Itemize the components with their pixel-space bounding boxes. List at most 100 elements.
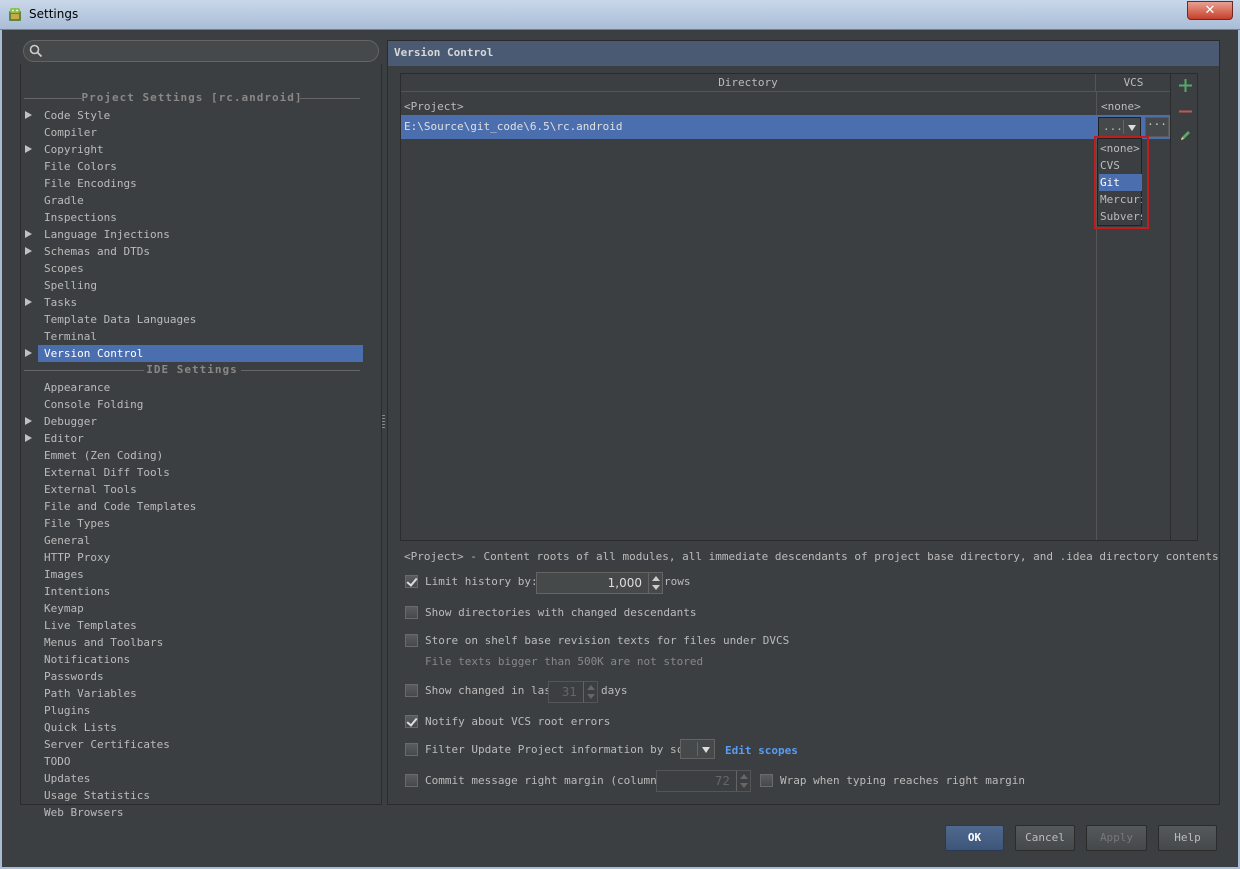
tree-item[interactable]: External Diff Tools (38, 464, 363, 481)
tree-item[interactable]: File Types (38, 515, 363, 532)
show-dirs-checkbox[interactable] (405, 606, 418, 619)
apply-button[interactable]: Apply (1086, 825, 1147, 851)
vcs-combobox[interactable]: ... (1098, 117, 1141, 137)
dropdown-option[interactable]: CVS (1099, 157, 1142, 174)
tree-item[interactable]: Schemas and DTDs (25, 243, 363, 260)
tree-item[interactable]: Live Templates (38, 617, 363, 634)
limit-history-spinner[interactable]: 1,000 (536, 572, 663, 594)
tree-item[interactable]: HTTP Proxy (38, 549, 363, 566)
dropdown-option[interactable]: <none> (1099, 140, 1142, 157)
tree-item-label: Images (44, 568, 84, 581)
tree-item[interactable]: Language Injections (25, 226, 363, 243)
tree-item[interactable]: Emmet (Zen Coding) (38, 447, 363, 464)
expand-arrow-icon[interactable] (25, 349, 32, 357)
column-header-vcs[interactable]: VCS (1097, 74, 1170, 92)
tree-item[interactable]: Tasks (25, 294, 363, 311)
show-changed-spinner[interactable]: 31 (548, 681, 598, 703)
dropdown-option[interactable]: Git (1099, 174, 1142, 191)
notify-root-checkbox[interactable] (405, 715, 418, 728)
tree-item-label: File Encodings (44, 177, 137, 190)
table-toolbar (1171, 73, 1198, 541)
expand-arrow-icon[interactable] (25, 434, 32, 442)
tree-item[interactable]: Copyright (25, 141, 363, 158)
tree-item[interactable]: Quick Lists (38, 719, 363, 736)
settings-tree: Project Settings [rc.android] IDE Settin… (20, 64, 382, 819)
tree-item[interactable]: Notifications (38, 651, 363, 668)
tree-item[interactable]: File and Code Templates (38, 498, 363, 515)
tree-item[interactable]: Gradle (38, 192, 363, 209)
limit-history-checkbox[interactable] (405, 575, 418, 588)
table-row-selected[interactable]: E:\Source\git_code\6.5\rc.android ... ··… (401, 115, 1170, 139)
expand-arrow-icon[interactable] (25, 247, 32, 255)
expand-arrow-icon[interactable] (25, 111, 32, 119)
tree-item[interactable]: Scopes (38, 260, 363, 277)
search-input[interactable] (23, 40, 379, 62)
edit-icon[interactable] (1179, 129, 1192, 142)
expand-arrow-icon[interactable] (25, 417, 32, 425)
tree-item-label: Passwords (44, 670, 104, 683)
close-button[interactable]: ✕ (1187, 1, 1233, 20)
tree-item-label: Debugger (44, 415, 97, 428)
tree-item[interactable]: Keymap (38, 600, 363, 617)
tree-item[interactable]: TODO (38, 753, 363, 770)
dropdown-option[interactable]: Mercurial (1099, 191, 1142, 208)
tree-item[interactable]: Terminal (38, 328, 363, 345)
help-button[interactable]: Help (1158, 825, 1217, 851)
commit-margin-spinner[interactable]: 72 (656, 770, 751, 792)
tree-item-label: Compiler (44, 126, 97, 139)
android-studio-icon (9, 8, 21, 21)
tree-item[interactable]: Server Certificates (38, 736, 363, 753)
scope-combobox[interactable] (680, 739, 715, 759)
tree-item[interactable]: Menus and Toolbars (38, 634, 363, 651)
splitter-handle[interactable] (382, 415, 385, 429)
tree-item[interactable]: Passwords (38, 668, 363, 685)
tree-item[interactable]: General (38, 532, 363, 549)
wrap-checkbox[interactable] (760, 774, 773, 787)
tree-item[interactable]: External Tools (38, 481, 363, 498)
expand-arrow-icon[interactable] (25, 145, 32, 153)
dropdown-option[interactable]: Subversion (1099, 208, 1142, 225)
tree-item[interactable]: File Colors (38, 158, 363, 175)
commit-margin-checkbox[interactable] (405, 774, 418, 787)
filter-update-checkbox[interactable] (405, 743, 418, 756)
tree-item[interactable]: Console Folding (38, 396, 363, 413)
tree-item[interactable]: Images (38, 566, 363, 583)
remove-icon[interactable] (1179, 105, 1192, 118)
tree-item[interactable]: Code Style (25, 107, 363, 124)
add-icon[interactable] (1179, 79, 1192, 92)
vcs-mappings-table: Directory VCS <Project> <none> E:\Source… (400, 73, 1171, 541)
tree-item[interactable]: Compiler (38, 124, 363, 141)
tree-item[interactable]: Appearance (38, 379, 363, 396)
tree-item-label: General (44, 534, 91, 547)
tree-item[interactable]: Inspections (38, 209, 363, 226)
tree-item[interactable]: Updates (38, 770, 363, 787)
spinner-down-icon (652, 585, 660, 590)
panel-title: Version Control (388, 41, 1219, 66)
tree-item[interactable]: Editor (25, 430, 363, 447)
expand-arrow-icon[interactable] (25, 298, 32, 306)
store-shelf-checkbox[interactable] (405, 634, 418, 647)
configure-vcs-button[interactable]: ··· (1145, 117, 1169, 137)
tree-item[interactable]: Plugins (38, 702, 363, 719)
ok-button[interactable]: OK (945, 825, 1004, 851)
tree-item[interactable]: Web Browsers (38, 804, 363, 821)
settings-tree-panel: Project Settings [rc.android] IDE Settin… (20, 40, 382, 819)
tree-item[interactable]: Intentions (38, 583, 363, 600)
tree-item[interactable]: File Encodings (38, 175, 363, 192)
tree-item-label: Emmet (Zen Coding) (44, 449, 164, 462)
edit-scopes-link[interactable]: Edit scopes (725, 744, 798, 757)
tree-item[interactable]: Version Control (25, 345, 363, 362)
tree-item-label: Terminal (44, 330, 97, 343)
cancel-button[interactable]: Cancel (1015, 825, 1075, 851)
tree-item-label: Copyright (44, 143, 104, 156)
tree-item-label: Appearance (44, 381, 111, 394)
tree-item[interactable]: Usage Statistics (38, 787, 363, 804)
tree-item[interactable]: Debugger (25, 413, 363, 430)
tree-item[interactable]: Template Data Languages (38, 311, 363, 328)
expand-arrow-icon[interactable] (25, 230, 32, 238)
tree-item-label: Version Control (44, 347, 144, 360)
tree-item[interactable]: Path Variables (38, 685, 363, 702)
column-header-directory[interactable]: Directory (401, 74, 1096, 92)
show-changed-checkbox[interactable] (405, 684, 418, 697)
tree-item[interactable]: Spelling (38, 277, 363, 294)
